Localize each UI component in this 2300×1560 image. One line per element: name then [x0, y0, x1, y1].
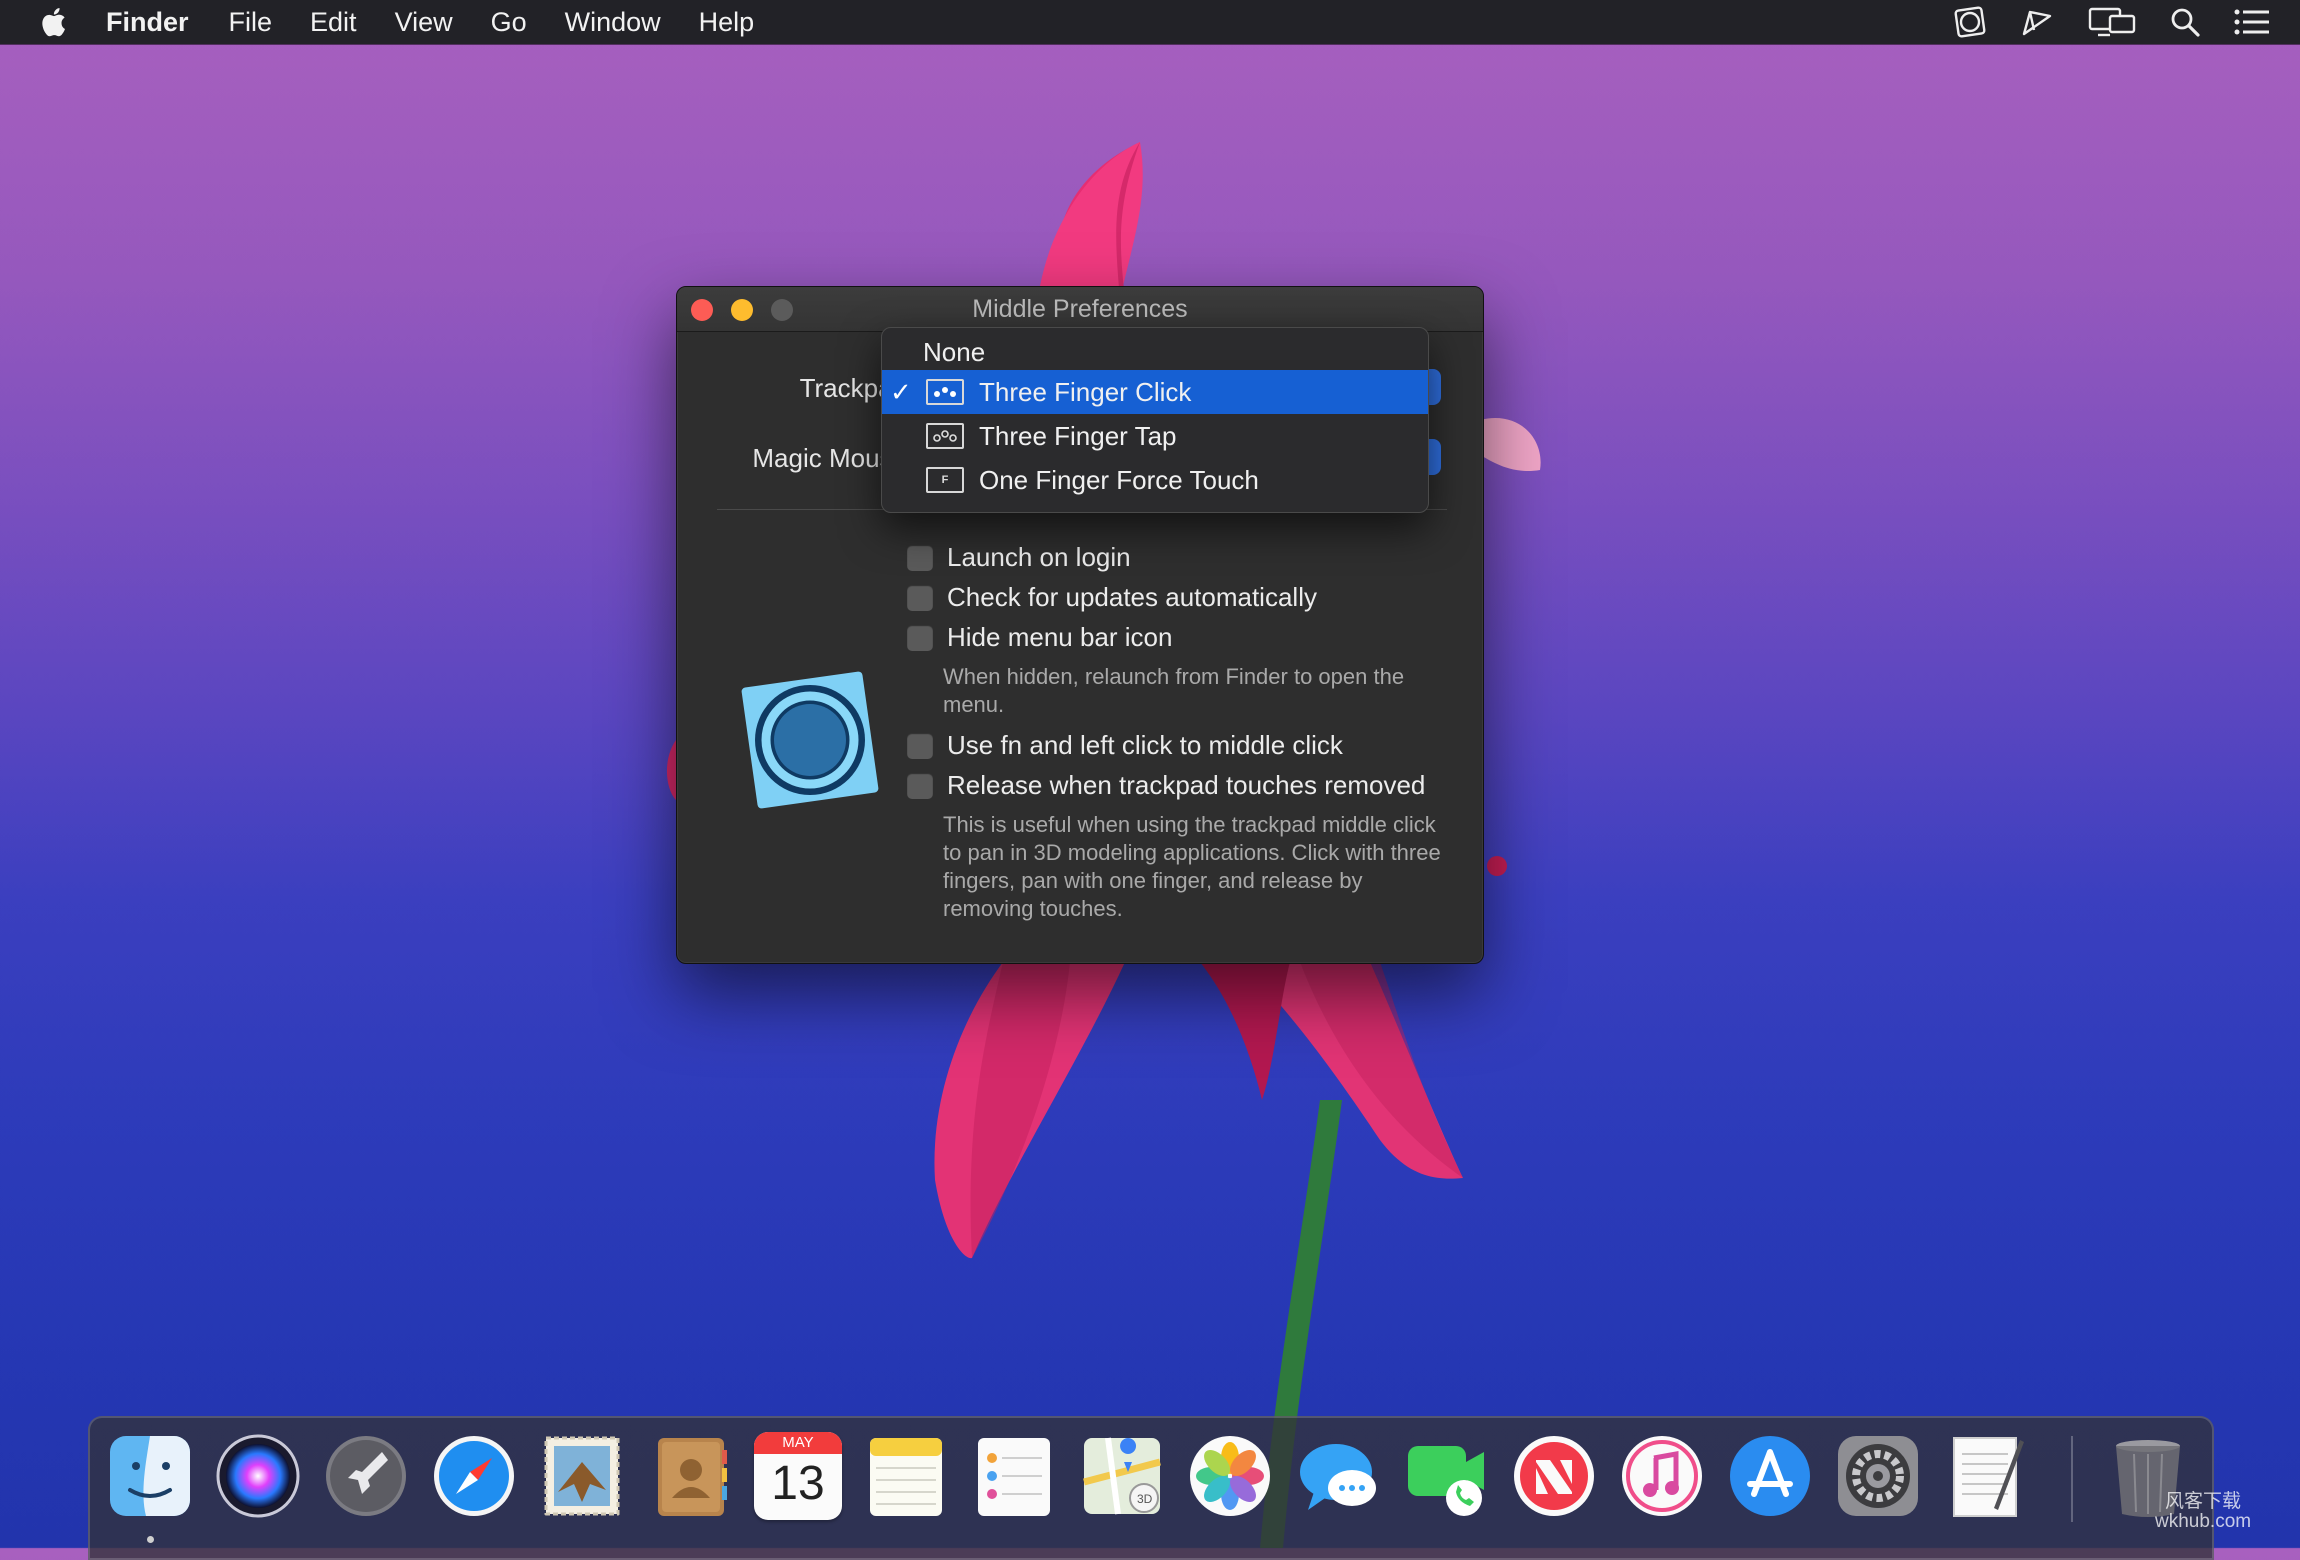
- cast-icon[interactable]: [2020, 6, 2054, 38]
- menu-item-one-finger-force-touch[interactable]: F One Finger Force Touch: [882, 458, 1428, 502]
- menu-bar-status-area: [1954, 0, 2270, 44]
- messages-dock-icon[interactable]: [1294, 1432, 1382, 1520]
- menu-item-none-label: None: [923, 336, 986, 367]
- menu-view[interactable]: View: [395, 7, 453, 38]
- release-touches-checkbox[interactable]: [907, 772, 933, 799]
- finder-dock-icon[interactable]: [106, 1432, 194, 1520]
- facetime-dock-icon[interactable]: [1402, 1432, 1490, 1520]
- check-updates-row[interactable]: Check for updates automatically: [907, 582, 1317, 613]
- check-updates-checkbox[interactable]: [907, 584, 933, 611]
- hide-menu-bar-icon-label: Hide menu bar icon: [947, 622, 1173, 652]
- three-finger-tap-icon: [926, 423, 964, 449]
- hide-menu-bar-icon-row[interactable]: Hide menu bar icon: [907, 622, 1172, 653]
- reminders-dock-icon[interactable]: [970, 1432, 1058, 1520]
- menu-help[interactable]: Help: [699, 7, 755, 38]
- three-finger-click-icon: [926, 379, 964, 405]
- check-updates-label: Check for updates automatically: [947, 582, 1317, 612]
- safari-dock-icon[interactable]: [430, 1432, 518, 1520]
- maps-dock-icon[interactable]: 3D: [1078, 1432, 1166, 1520]
- hide-icon-help-text: When hidden, relaunch from Finder to ope…: [943, 664, 1405, 717]
- magic-mouse-label: Magic Mouse: [752, 443, 907, 473]
- apple-menu-icon[interactable]: [40, 7, 94, 37]
- launchpad-dock-icon[interactable]: [322, 1432, 410, 1520]
- calendar-day: 13: [771, 1457, 825, 1510]
- dock-separator: [2071, 1436, 2073, 1522]
- menu-file[interactable]: File: [229, 7, 273, 38]
- trackpad-gesture-menu: None ✓ Three Finger Click Three Finger T…: [881, 327, 1429, 513]
- middle-app-icon[interactable]: [1954, 6, 1986, 38]
- watermark-line1: 风客下载: [2165, 1491, 2242, 1512]
- window-titlebar[interactable]: Middle Preferences: [677, 287, 1483, 332]
- contacts-dock-icon[interactable]: [646, 1432, 734, 1520]
- launch-on-login-label: Launch on login: [947, 542, 1131, 572]
- trackpad-popup-button[interactable]: [1427, 369, 1441, 405]
- menu-window[interactable]: Window: [565, 7, 661, 38]
- svg-text:3D: 3D: [1137, 1492, 1153, 1506]
- menu-item-one-finger-force-touch-label: One Finger Force Touch: [979, 464, 1259, 495]
- menu-item-none[interactable]: None: [882, 330, 1428, 374]
- spotlight-search-icon[interactable]: [2170, 7, 2200, 37]
- checkmark-icon: ✓: [890, 376, 912, 407]
- siri-dock-icon[interactable]: [214, 1432, 302, 1520]
- watermark: 风客下载 wkhub.com: [2155, 1492, 2251, 1532]
- menu-app-name[interactable]: Finder: [106, 7, 189, 38]
- menu-edit[interactable]: Edit: [310, 7, 357, 38]
- display-mirroring-icon[interactable]: [2088, 7, 2136, 37]
- menu-item-three-finger-click-label: Three Finger Click: [979, 376, 1192, 407]
- photos-dock-icon[interactable]: [1186, 1432, 1274, 1520]
- calendar-month: MAY: [754, 1432, 842, 1454]
- trackpad-label: Trackpad: [799, 373, 907, 403]
- menu-item-three-finger-tap-label: Three Finger Tap: [979, 420, 1177, 451]
- watermark-line2: wkhub.com: [2155, 1511, 2252, 1532]
- launch-on-login-row[interactable]: Launch on login: [907, 542, 1131, 573]
- force-touch-icon: F: [926, 467, 964, 493]
- notification-center-icon[interactable]: [2234, 8, 2270, 36]
- menu-bar: Finder File Edit View Go Window Help: [0, 0, 2300, 44]
- hide-menu-bar-icon-checkbox[interactable]: [907, 624, 933, 651]
- finder-running-indicator: [147, 1536, 154, 1543]
- release-touches-row[interactable]: Release when trackpad touches removed: [907, 770, 1425, 801]
- window-title: Middle Preferences: [972, 295, 1188, 323]
- launch-on-login-checkbox[interactable]: [907, 544, 933, 571]
- menu-item-three-finger-tap[interactable]: Three Finger Tap: [882, 414, 1428, 458]
- fn-left-click-checkbox[interactable]: [907, 732, 933, 759]
- middle-app-large-icon: [741, 671, 879, 809]
- itunes-dock-icon[interactable]: [1618, 1432, 1706, 1520]
- notes-dock-icon[interactable]: [862, 1432, 950, 1520]
- mail-dock-icon[interactable]: [538, 1432, 626, 1520]
- calendar-dock-icon[interactable]: MAY 13: [754, 1432, 842, 1520]
- magic-mouse-popup-button[interactable]: [1427, 439, 1441, 475]
- app-store-dock-icon[interactable]: [1726, 1432, 1814, 1520]
- release-touches-label: Release when trackpad touches removed: [947, 770, 1426, 800]
- release-help-text: This is useful when using the trackpad m…: [943, 812, 1441, 921]
- menu-item-three-finger-click[interactable]: ✓ Three Finger Click: [882, 370, 1428, 414]
- menu-go[interactable]: Go: [491, 7, 527, 38]
- fn-left-click-label: Use fn and left click to middle click: [947, 730, 1343, 760]
- textedit-dock-icon[interactable]: [1942, 1432, 2030, 1520]
- news-dock-icon[interactable]: [1510, 1432, 1598, 1520]
- fn-left-click-row[interactable]: Use fn and left click to middle click: [907, 730, 1343, 761]
- system-preferences-dock-icon[interactable]: [1834, 1432, 1922, 1520]
